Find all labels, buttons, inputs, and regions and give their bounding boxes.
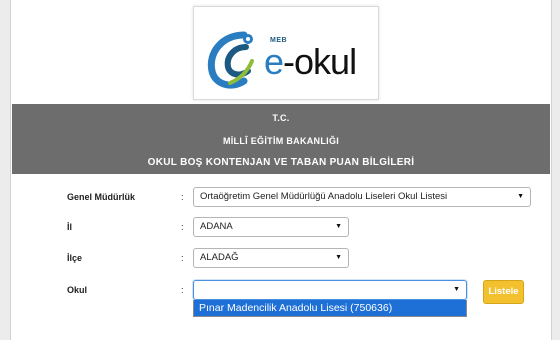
il-select[interactable]: ADANA ▼	[193, 217, 349, 237]
page-header: T.C. MİLLÎ EĞİTİM BAKANLIĞI OKUL BOŞ KON…	[12, 104, 550, 174]
header-tc: T.C.	[272, 113, 290, 123]
okul-dropdown-list: Pınar Madencilik Anadolu Lisesi (750636)	[193, 300, 467, 317]
page-title: OKUL BOŞ KONTENJAN VE TABAN PUAN BİLGİLE…	[147, 157, 415, 168]
logo-e-okul-text: e-okul	[264, 41, 357, 82]
okul-label: Okul	[67, 285, 88, 295]
chevron-down-icon: ▼	[335, 223, 342, 230]
genel-mudurluk-label: Genel Müdürlük	[67, 192, 136, 202]
header-ministry: MİLLÎ EĞİTİM BAKANLIĞI	[222, 136, 340, 146]
ilce-value: ALADAĞ	[200, 252, 239, 263]
chevron-down-icon: ▼	[517, 193, 524, 200]
colon-separator: :	[181, 285, 184, 295]
chevron-down-icon: ▼	[453, 286, 460, 293]
ilce-select[interactable]: ALADAĞ ▼	[193, 248, 349, 268]
main-panel: MEB e-okul T.C. MİLLÎ EĞİTİM BAKANLIĞI O…	[10, 0, 552, 340]
chevron-down-icon: ▼	[335, 254, 342, 261]
il-label: İl	[67, 222, 73, 232]
colon-separator: :	[181, 253, 184, 263]
e-okul-logo: MEB e-okul	[193, 6, 379, 100]
okul-option[interactable]: Pınar Madencilik Anadolu Lisesi (750636)	[194, 300, 466, 316]
ilce-label: İlçe	[67, 253, 83, 263]
genel-mudurluk-select[interactable]: Ortaöğretim Genel Müdürlüğü Anadolu Lise…	[193, 187, 531, 207]
il-value: ADANA	[200, 221, 233, 232]
colon-separator: :	[181, 192, 184, 202]
list-button[interactable]: Listele	[483, 280, 524, 304]
colon-separator: :	[181, 222, 184, 232]
okul-select[interactable]: ▼	[193, 280, 467, 300]
e-okul-emblem-icon	[207, 31, 254, 89]
genel-mudurluk-value: Ortaöğretim Genel Müdürlüğü Anadolu Lise…	[200, 191, 448, 202]
